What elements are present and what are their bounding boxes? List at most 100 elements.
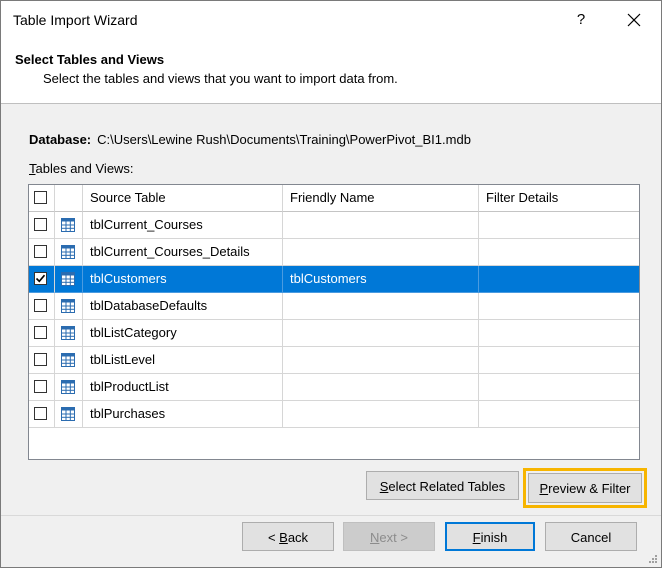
row-checkbox-cell bbox=[29, 266, 55, 293]
row-icon-cell bbox=[55, 347, 83, 374]
source-table-cell: tblDatabaseDefaults bbox=[83, 293, 283, 320]
preview-filter-mnemonic: P bbox=[539, 481, 549, 496]
tables-and-views-label: Tables and Views: bbox=[29, 161, 134, 176]
table-row[interactable]: tblPurchases bbox=[29, 401, 639, 428]
row-checkbox-cell bbox=[29, 347, 55, 374]
table-row[interactable]: tblCustomers tblCustomers bbox=[29, 266, 639, 293]
filter-details-cell bbox=[479, 374, 639, 401]
filter-details-cell bbox=[479, 320, 639, 347]
row-checkbox[interactable] bbox=[34, 380, 47, 393]
table-row[interactable]: tblDatabaseDefaults bbox=[29, 293, 639, 320]
row-checkbox-cell bbox=[29, 293, 55, 320]
select-related-label: elect Related Tables bbox=[388, 479, 506, 494]
row-checkbox-cell bbox=[29, 401, 55, 428]
friendly-name-cell[interactable] bbox=[283, 401, 479, 428]
database-info: Database: C:\Users\Lewine Rush\Documents\… bbox=[29, 132, 471, 147]
table-icon bbox=[61, 218, 75, 232]
table-row[interactable]: tblListCategory bbox=[29, 320, 639, 347]
row-icon-cell bbox=[55, 401, 83, 428]
checkmark-icon bbox=[35, 274, 46, 283]
filter-details-cell bbox=[479, 239, 639, 266]
row-checkbox-cell bbox=[29, 239, 55, 266]
friendly-name-cell[interactable]: tblCustomers bbox=[283, 266, 479, 293]
table-row[interactable]: tblCurrent_Courses_Details bbox=[29, 239, 639, 266]
friendly-name-cell[interactable] bbox=[283, 293, 479, 320]
resize-grip-icon[interactable] bbox=[647, 553, 657, 563]
window-title: Table Import Wizard bbox=[13, 12, 138, 28]
close-button[interactable] bbox=[621, 7, 647, 33]
header-icon-cell bbox=[55, 185, 83, 212]
filter-details-cell bbox=[479, 293, 639, 320]
select-all-checkbox[interactable] bbox=[34, 191, 47, 204]
filter-details-cell bbox=[479, 347, 639, 374]
source-table-cell: tblCurrent_Courses_Details bbox=[83, 239, 283, 266]
row-checkbox[interactable] bbox=[34, 353, 47, 366]
row-checkbox[interactable] bbox=[34, 272, 47, 285]
table-icon bbox=[61, 353, 75, 367]
table-row[interactable]: tblListLevel bbox=[29, 347, 639, 374]
next-mnemonic: N bbox=[370, 530, 380, 545]
back-label: ack bbox=[287, 530, 309, 545]
row-checkbox[interactable] bbox=[34, 245, 47, 258]
finish-mnemonic: F bbox=[472, 530, 481, 545]
next-label: ext > bbox=[379, 530, 408, 545]
footer-divider bbox=[1, 515, 661, 516]
source-table-cell: tblPurchases bbox=[83, 401, 283, 428]
back-button[interactable]: < Back bbox=[242, 522, 334, 551]
filter-details-cell bbox=[479, 212, 639, 239]
filter-details-cell bbox=[479, 266, 639, 293]
row-icon-cell bbox=[55, 374, 83, 401]
row-icon-cell bbox=[55, 293, 83, 320]
page-subtitle: Select the tables and views that you wan… bbox=[43, 71, 398, 86]
row-checkbox[interactable] bbox=[34, 218, 47, 231]
column-header-friendly-name[interactable]: Friendly Name bbox=[283, 185, 479, 212]
select-all-cell bbox=[29, 185, 55, 212]
table-icon bbox=[61, 326, 75, 340]
page-title: Select Tables and Views bbox=[15, 52, 165, 67]
table-icon bbox=[61, 245, 75, 259]
row-checkbox[interactable] bbox=[34, 299, 47, 312]
table-import-wizard-dialog: Table Import Wizard ? Select Tables and … bbox=[0, 0, 662, 568]
friendly-name-cell[interactable] bbox=[283, 320, 479, 347]
row-icon-cell bbox=[55, 320, 83, 347]
row-icon-cell bbox=[55, 239, 83, 266]
row-icon-cell bbox=[55, 212, 83, 239]
table-row[interactable]: tblProductList bbox=[29, 374, 639, 401]
next-button[interactable]: Next > bbox=[343, 522, 435, 551]
select-related-tables-button[interactable]: Select Related Tables bbox=[366, 471, 519, 500]
cancel-button[interactable]: Cancel bbox=[545, 522, 637, 551]
tables-grid[interactable]: Source Table Friendly Name Filter Detail… bbox=[28, 184, 640, 460]
table-icon bbox=[61, 299, 75, 313]
help-button[interactable]: ? bbox=[571, 11, 591, 28]
friendly-name-cell[interactable] bbox=[283, 347, 479, 374]
table-icon bbox=[61, 407, 75, 421]
title-bar: Table Import Wizard ? bbox=[1, 1, 661, 39]
preview-filter-label: review & Filter bbox=[548, 481, 631, 496]
column-header-source-table[interactable]: Source Table bbox=[83, 185, 283, 212]
back-prefix: < bbox=[267, 530, 280, 545]
finish-button[interactable]: Finish bbox=[445, 522, 535, 551]
database-path: C:\Users\Lewine Rush\Documents\Training\… bbox=[97, 132, 471, 147]
row-checkbox[interactable] bbox=[34, 407, 47, 420]
table-row[interactable]: tblCurrent_Courses bbox=[29, 212, 639, 239]
finish-label: inish bbox=[480, 530, 508, 545]
table-icon bbox=[61, 272, 75, 286]
grid-header-row: Source Table Friendly Name Filter Detail… bbox=[29, 185, 639, 212]
row-checkbox-cell bbox=[29, 320, 55, 347]
close-icon bbox=[627, 13, 641, 27]
row-checkbox[interactable] bbox=[34, 326, 47, 339]
friendly-name-cell[interactable] bbox=[283, 212, 479, 239]
table-icon bbox=[61, 380, 75, 394]
source-table-cell: tblListLevel bbox=[83, 347, 283, 374]
friendly-name-cell[interactable] bbox=[283, 239, 479, 266]
source-table-cell: tblListCategory bbox=[83, 320, 283, 347]
row-icon-cell bbox=[55, 266, 83, 293]
column-header-filter-details[interactable]: Filter Details bbox=[479, 185, 639, 212]
database-label: Database: bbox=[29, 132, 92, 147]
row-checkbox-cell bbox=[29, 374, 55, 401]
source-table-cell: tblCurrent_Courses bbox=[83, 212, 283, 239]
friendly-name-cell[interactable] bbox=[283, 374, 479, 401]
preview-filter-button[interactable]: Preview & Filter bbox=[528, 473, 642, 503]
back-mnemonic: B bbox=[279, 530, 288, 545]
source-table-cell: tblCustomers bbox=[83, 266, 283, 293]
